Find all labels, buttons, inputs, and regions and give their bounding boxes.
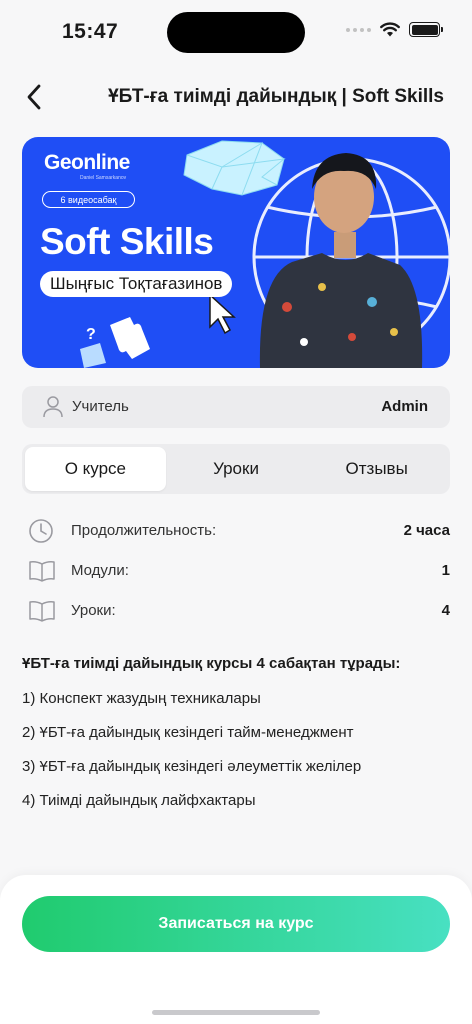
banner-logo-subtitle: Daniel Samsarkanov <box>80 175 127 181</box>
back-button[interactable] <box>18 80 50 114</box>
course-tabs: О курсе Уроки Отзывы <box>22 444 450 494</box>
nav-header: ҰБТ-ға тиімді дайындық | Soft Skills <box>0 78 472 118</box>
modules-value: 1 <box>441 562 450 579</box>
banner-heading: Soft Skills <box>40 221 214 262</box>
lessons-value: 4 <box>441 602 450 619</box>
enroll-button[interactable]: Записаться на курс <box>22 896 450 952</box>
page-title: ҰБТ-ға тиімді дайындық | Soft Skills <box>108 86 444 107</box>
dynamic-island <box>167 12 305 53</box>
chevron-left-icon <box>27 84 41 110</box>
description-title: ҰБТ-ға тиімді дайындық курсы 4 сабақтан … <box>22 655 401 672</box>
tab-about[interactable]: О курсе <box>25 447 166 491</box>
lessons-row: Уроки: 4 <box>22 596 450 626</box>
user-icon <box>43 396 63 418</box>
modules-row: Модули: 1 <box>22 556 450 586</box>
home-indicator <box>152 1010 320 1015</box>
clock-icon <box>29 519 53 543</box>
description-item: 3) ҰБТ-ға дайындық кезіндегі әлеуметтік … <box>22 758 362 775</box>
banner-author-label: Шыңғыс Тоқтағазинов <box>40 271 233 297</box>
cursor-illustration <box>209 293 236 335</box>
lessons-label: Уроки: <box>71 602 116 619</box>
battery-icon <box>409 22 443 37</box>
duration-label: Продолжительность: <box>71 522 217 539</box>
tab-lessons[interactable]: Уроки <box>166 447 307 491</box>
description-item: 4) Тиімді дайындық лайфхактары <box>22 792 256 809</box>
cellular-signal-icon <box>346 27 371 32</box>
puzzle-illustration: ? <box>80 317 150 368</box>
tab-reviews[interactable]: Отзывы <box>306 447 447 491</box>
status-time: 15:47 <box>62 20 119 43</box>
svg-text:?: ? <box>86 326 96 343</box>
description-item: 1) Конспект жазудың техникалары <box>22 690 261 707</box>
book-icon <box>29 561 55 582</box>
duration-value: 2 часа <box>403 522 450 539</box>
teacher-label: Учитель <box>72 398 129 415</box>
wifi-icon <box>380 22 400 37</box>
course-banner: ? Geonline Daniel Samsarkanov 6 видеосаб… <box>22 137 450 368</box>
banner-video-count-pill: 6 видеосабақ <box>42 191 135 208</box>
description-item: 2) ҰБТ-ға дайындық кезіндегі тайм-менедж… <box>22 724 354 741</box>
book-icon <box>29 601 55 622</box>
brain-illustration <box>183 140 286 196</box>
status-icons <box>346 22 443 37</box>
modules-label: Модули: <box>71 562 129 579</box>
teacher-name: Admin <box>381 398 428 415</box>
bottom-action-bar: Записаться на курс <box>0 875 472 1024</box>
banner-logo: Geonline <box>44 151 130 174</box>
teacher-row: Учитель Admin <box>22 386 450 428</box>
duration-row: Продолжительность: 2 часа <box>22 516 450 546</box>
status-bar: 15:47 <box>0 0 472 60</box>
